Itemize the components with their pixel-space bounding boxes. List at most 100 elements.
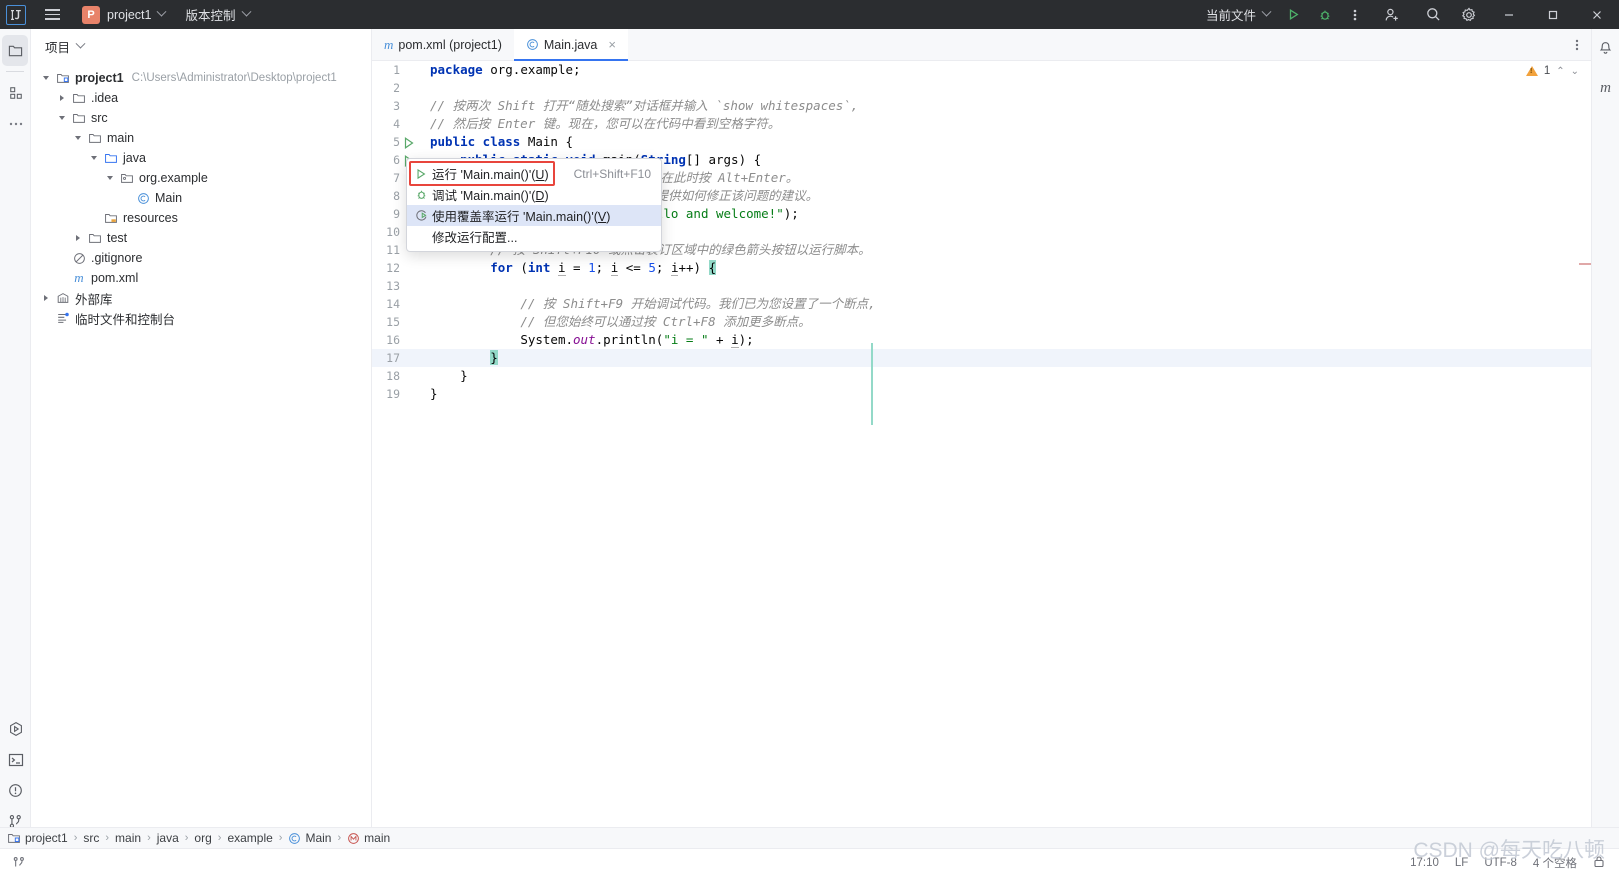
- sidebar-item-run[interactable]: [0, 713, 31, 744]
- tree-twisty-open-icon[interactable]: [89, 152, 102, 165]
- breadcrumb-item-label: main: [364, 831, 391, 845]
- tree-twisty-open-icon[interactable]: [57, 112, 70, 125]
- line-number: 3: [393, 99, 400, 113]
- tree-twisty-closed-icon[interactable]: [41, 292, 54, 305]
- line-number: 4: [393, 117, 400, 131]
- tree-node-test[interactable]: test: [31, 228, 371, 248]
- context-menu-item-1[interactable]: 调试 'Main.main()'(D): [407, 184, 661, 205]
- code-line[interactable]: 4 // 然后按 Enter 键。现在，您可以在代码中看到空格字符。: [372, 115, 1591, 133]
- main-menu-button[interactable]: [40, 5, 64, 25]
- tree-node-path: C:\Users\Administrator\Desktop\project1: [131, 72, 337, 84]
- folder-icon: [87, 131, 103, 145]
- tree-node-.idea[interactable]: .idea: [31, 88, 371, 108]
- editor-tab-pom-xml[interactable]: m pom.xml (project1): [372, 29, 514, 60]
- chevron-down-icon[interactable]: ⌄: [1571, 66, 1579, 77]
- code-line[interactable]: 5 public class Main {: [372, 133, 1591, 151]
- file-encoding[interactable]: UTF-8: [1484, 857, 1517, 869]
- line-number: 5: [393, 135, 400, 149]
- code-line[interactable]: 2: [372, 79, 1591, 97]
- code-line-text: // 按 Shift+F9 开始调试代码。我们已为您设置了一个断点,: [520, 296, 876, 311]
- sidebar-item-problems[interactable]: [0, 775, 31, 806]
- run-button[interactable]: [1277, 0, 1309, 29]
- context-menu-item-0[interactable]: 运行 'Main.main()'(U) Ctrl+Shift+F10: [407, 163, 661, 184]
- chevron-up-icon[interactable]: ⌃: [1556, 66, 1564, 77]
- code-line[interactable]: 16 System.out.println("i = " + i);: [372, 331, 1591, 349]
- tree-node-project1[interactable]: project1 C:\Users\Administrator\Desktop\p…: [31, 68, 371, 88]
- code-line[interactable]: 12 for (int i = 1; i <= 5; i++) {: [372, 259, 1591, 277]
- run-context-menu[interactable]: 运行 'Main.main()'(U) Ctrl+Shift+F10 调试 'Mai…: [406, 158, 662, 252]
- sidebar-item-project[interactable]: [2, 35, 28, 66]
- code-line[interactable]: 19}: [372, 385, 1591, 403]
- line-separator[interactable]: LF: [1455, 857, 1468, 869]
- tree-node-Main[interactable]: Main: [31, 188, 371, 208]
- add-user-icon[interactable]: [1369, 0, 1415, 29]
- gear-icon[interactable]: [1451, 0, 1487, 29]
- vcs-menu-label[interactable]: 版本控制: [185, 5, 235, 24]
- tree-node-resources[interactable]: resources: [31, 208, 371, 228]
- tree-twisty-closed-icon[interactable]: [73, 232, 86, 245]
- code-line-text: for (int i = 1; i <= 5; i++) {: [490, 260, 717, 276]
- notifications-bell-icon[interactable]: [1594, 36, 1618, 60]
- close-button[interactable]: [1575, 0, 1619, 29]
- tree-twisty-closed-icon[interactable]: [57, 92, 70, 105]
- code-line-text: }: [430, 386, 438, 401]
- code-line[interactable]: 18 }: [372, 367, 1591, 385]
- code-line[interactable]: 13: [372, 277, 1591, 295]
- sidebar-item-terminal[interactable]: [0, 744, 31, 775]
- tree-node-org.example[interactable]: org.example: [31, 168, 371, 188]
- run-configuration-selector[interactable]: 当前文件: [1199, 0, 1277, 29]
- editor-tab-Main-java[interactable]: Main.java ×: [513, 29, 629, 61]
- project-chevron-down-icon[interactable]: [157, 6, 167, 17]
- code-line[interactable]: 17 }: [372, 349, 1591, 367]
- minimize-button[interactable]: [1487, 0, 1531, 29]
- tree-node-java[interactable]: java: [31, 148, 371, 168]
- breadcrumb-item-java[interactable]: java: [157, 831, 179, 845]
- project-name-label[interactable]: project1: [107, 8, 151, 22]
- tree-node-外部库[interactable]: 外部库: [31, 288, 371, 308]
- library-icon: [55, 291, 71, 305]
- maven-tool-icon[interactable]: m: [1594, 76, 1618, 100]
- breadcrumb-item-label: project1: [25, 831, 68, 845]
- project-panel-header[interactable]: 项目: [31, 29, 371, 63]
- run-more-button[interactable]: [1341, 0, 1369, 29]
- sidebar-item-more-tools[interactable]: [0, 108, 31, 139]
- code-line[interactable]: 3 // 按两次 Shift 打开“随处搜索”对话框并输入 `show white…: [372, 97, 1591, 115]
- sidebar-item-structure[interactable]: [0, 77, 31, 108]
- code-line[interactable]: 1 package org.example;: [372, 61, 1591, 79]
- maximize-button[interactable]: [1531, 0, 1575, 29]
- tree-twisty-open-icon[interactable]: [105, 172, 118, 185]
- java-class-icon: [526, 38, 539, 51]
- line-number: 10: [386, 225, 400, 239]
- lock-icon[interactable]: [1593, 855, 1605, 871]
- tree-node-main[interactable]: main: [31, 128, 371, 148]
- caret-position[interactable]: 17:10: [1410, 857, 1439, 869]
- breadcrumb-item-example[interactable]: example: [227, 831, 272, 845]
- editor-tabs-more-icon[interactable]: [1563, 29, 1591, 60]
- debug-button[interactable]: [1309, 0, 1341, 29]
- breadcrumb-item-main[interactable]: main: [347, 831, 390, 845]
- tree-node-src[interactable]: src: [31, 108, 371, 128]
- breadcrumb-item-Main[interactable]: Main: [288, 831, 331, 845]
- code-line[interactable]: 15 // 但您始终可以通过按 Ctrl+F8 添加更多断点。: [372, 313, 1591, 331]
- editor-tab-label: pom.xml (project1): [398, 37, 502, 52]
- breadcrumb-item-project1[interactable]: project1: [7, 831, 68, 845]
- git-branch-icon[interactable]: [6, 856, 32, 870]
- tree-twisty-open-icon[interactable]: [41, 72, 54, 85]
- line-number: 19: [386, 387, 400, 401]
- code-line[interactable]: 14 // 按 Shift+F9 开始调试代码。我们已为您设置了一个断点,: [372, 295, 1591, 313]
- breadcrumb-item-src[interactable]: src: [83, 831, 99, 845]
- tree-node-pom.xml[interactable]: m pom.xml: [31, 268, 371, 288]
- context-menu-item-3[interactable]: 修改运行配置...: [407, 226, 661, 247]
- project-panel-chevron-down-icon[interactable]: [75, 38, 86, 49]
- tree-node-.gitignore[interactable]: .gitignore: [31, 248, 371, 268]
- breadcrumb-item-main[interactable]: main: [115, 831, 141, 845]
- vcs-chevron-down-icon[interactable]: [241, 6, 251, 17]
- editor-tab-close-icon[interactable]: ×: [608, 38, 616, 51]
- tree-node-临时文件和控制台[interactable]: 临时文件和控制台: [31, 308, 371, 328]
- indent-setting[interactable]: 4 个空格: [1533, 855, 1577, 871]
- tree-twisty-open-icon[interactable]: [73, 132, 86, 145]
- breadcrumb-item-org[interactable]: org: [194, 831, 211, 845]
- context-menu-item-2[interactable]: 使用覆盖率运行 'Main.main()'(V): [407, 205, 661, 226]
- search-icon[interactable]: [1415, 0, 1451, 29]
